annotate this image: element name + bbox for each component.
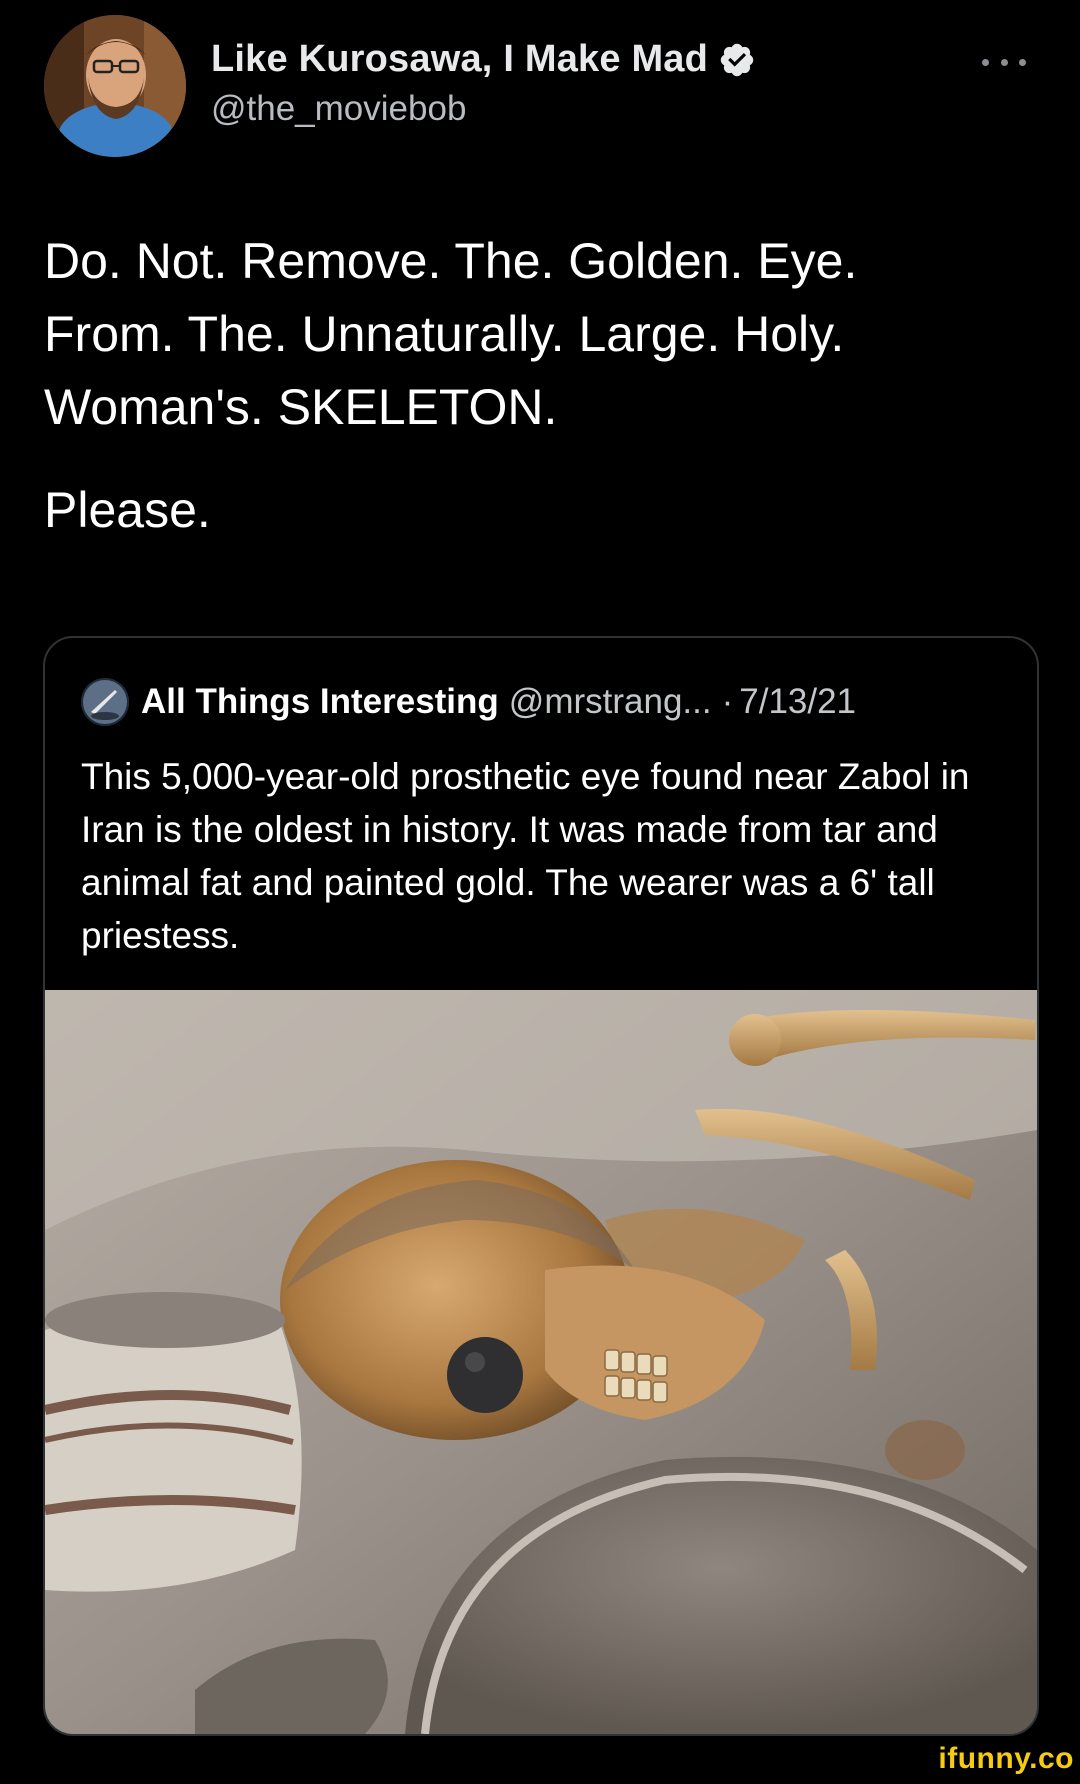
verified-badge-icon [718,41,756,79]
separator-dot: · [721,682,734,721]
dot [982,58,989,66]
profile-photo [44,15,186,157]
author-display-name[interactable]: Like Kurosawa, I Make Mad [211,38,708,81]
quoted-author-handle: @mrstrang... [508,682,712,721]
ifunny-watermark: ifunny.co [938,1742,1074,1775]
more-dots-icon[interactable] [982,56,1026,68]
tweet-text-line: Please. [44,482,211,538]
quoted-tweet-date: 7/13/21 [739,682,857,721]
tweet-text: Do. Not. Remove. The. Golden. Eye. From.… [44,225,1034,547]
excavated-skeleton-photo [45,990,1037,1734]
quoted-tweet-header: All Things Interesting @mrstrang... · 7/… [81,678,856,726]
tweet-text-line: Do. Not. Remove. The. Golden. Eye. [44,233,858,289]
quoted-tweet-image[interactable] [45,990,1037,1734]
author-avatar[interactable] [44,15,186,157]
dot [1019,58,1026,66]
author-handle[interactable]: @the_moviebob [211,89,466,129]
author-name-row[interactable]: Like Kurosawa, I Make Mad [211,38,756,81]
dot [1000,58,1008,66]
quoted-author-name: All Things Interesting [141,682,499,721]
quoted-tweet-card[interactable]: All Things Interesting @mrstrang... · 7/… [43,636,1039,1736]
tweet-text-line: Woman's. SKELETON. [44,379,558,435]
tweet-text-line: From. The. Unnaturally. Large. Holy. [44,306,845,362]
quoted-author-avatar [81,678,129,726]
quoted-tweet-text: This 5,000-year-old prosthetic eye found… [81,756,970,956]
